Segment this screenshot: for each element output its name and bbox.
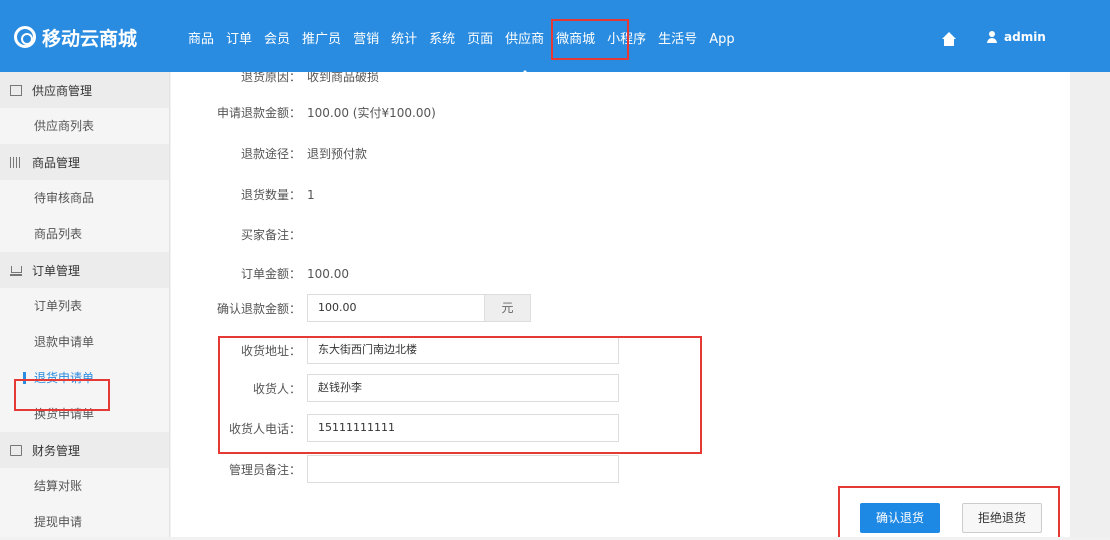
sidebar-item-exchange-requests[interactable]: 换货申请单 [0,396,169,432]
confirm-amount-group: 100.00 元 [307,294,531,322]
sidebar-group-label: 商品管理 [32,155,81,170]
confirm-amount-row: 确认退款金额： 100.00 元 [171,294,791,322]
brand-name: 移动云商城 [42,27,138,50]
return-qty-label: 退货数量： [240,188,301,202]
sidebar-group-supplier[interactable]: 供应商管理 [0,72,169,108]
return-qty-row: 退货数量： 1 [171,186,791,203]
return-reason-value: 收到商品破损 [307,72,380,84]
money-icon [10,444,22,456]
return-reason-label: 退货原因： [240,72,301,84]
refund-route-value: 退到预付款 [307,147,368,161]
main-nav: 商品 订单 会员 推广员 营销 统计 系统 页面 供应商 微商城 小程序 生活号… [182,30,741,77]
buyer-note-label: 买家备注： [240,228,301,242]
sidebar: 供应商管理 供应商列表 商品管理 待审核商品 商品列表 订单管理 订单列表 退款… [0,72,170,537]
username: admin [1004,30,1046,44]
sidebar-group-label: 订单管理 [32,263,81,278]
receiver-input[interactable]: 赵钱孙李 [307,374,619,402]
sidebar-group-finance[interactable]: 财务管理 [0,432,169,468]
phone-row: 收货人电话： 15111111111 [171,414,791,442]
sidebar-item-pending-goods[interactable]: 待审核商品 [0,180,169,216]
nav-item-pages[interactable]: 页面 [461,30,499,50]
admin-note-row: 管理员备注： [171,455,791,483]
phone-label: 收货人电话： [228,421,301,436]
sidebar-item-settlement[interactable]: 结算对账 [0,468,169,504]
home-icon[interactable] [942,32,956,47]
nav-item-goods[interactable]: 商品 [182,30,220,50]
address-row: 收货地址： 东大街西门南边北楼 [171,336,791,364]
cart-icon [10,265,22,276]
brand-logo[interactable]: 移动云商城 [14,22,137,52]
confirm-amount-label: 确认退款金额： [216,301,301,316]
return-reason-row: 退货原因： 收到商品破损 [171,72,791,85]
nav-item-system[interactable]: 系统 [423,30,461,50]
scrollbar[interactable] [1070,72,1110,537]
admin-note-input[interactable] [307,455,619,483]
sidebar-group-label: 财务管理 [32,443,81,458]
refund-route-label: 退款途径： [240,147,301,161]
return-qty-value: 1 [307,187,315,202]
sidebar-group-orders[interactable]: 订单管理 [0,252,169,288]
buyer-note-row: 买家备注： [171,226,791,243]
refund-amount-row: 申请退款金额： 100.00 (实付¥100.00) [171,104,791,121]
order-amount-label: 订单金额： [240,267,301,281]
address-label: 收货地址： [240,343,301,358]
admin-note-label: 管理员备注： [228,462,301,477]
order-amount-value: 100.00 [307,266,349,281]
nav-item-promoters[interactable]: 推广员 [296,30,347,50]
refund-amount-value: 100.00 (实付¥100.00) [307,106,436,120]
sidebar-item-refund-requests[interactable]: 退款申请单 [0,324,169,360]
logo-icon [14,26,36,48]
confirm-amount-input[interactable]: 100.00 [307,294,485,322]
nav-item-marketing[interactable]: 营销 [347,30,385,50]
nav-item-life-account[interactable]: 生活号 [652,30,703,50]
confirm-return-button[interactable]: 确认退货 [860,503,940,533]
phone-input[interactable]: 15111111111 [307,414,619,442]
nav-item-orders[interactable]: 订单 [220,30,258,50]
sidebar-item-withdrawal[interactable]: 提现申请 [0,504,169,540]
order-amount-row: 订单金额： 100.00 [171,265,791,282]
sidebar-item-return-requests[interactable]: 退货申请单 [0,360,169,396]
receiver-row: 收货人： 赵钱孙李 [171,374,791,402]
sidebar-group-label: 供应商管理 [32,83,93,98]
nav-item-mini-program[interactable]: 小程序 [601,30,652,50]
nav-item-members[interactable]: 会员 [258,30,296,50]
store-icon [10,84,22,96]
receiver-label: 收货人： [252,381,301,396]
reject-return-button[interactable]: 拒绝退货 [962,503,1042,533]
refund-amount-label: 申请退款金额： [216,106,301,120]
refund-route-row: 退款途径： 退到预付款 [171,145,791,162]
nav-item-app[interactable]: App [703,30,740,50]
user-icon [986,31,998,43]
user-menu[interactable]: admin [986,30,1046,44]
top-navbar: 移动云商城 商品 订单 会员 推广员 营销 统计 系统 页面 供应商 微商城 小… [0,0,1110,77]
nav-item-stats[interactable]: 统计 [385,30,423,50]
barcode-icon [10,156,22,168]
sidebar-item-supplier-list[interactable]: 供应商列表 [0,108,169,144]
main-content: 退货原因： 收到商品破损 申请退款金额： 100.00 (实付¥100.00) … [171,72,1070,537]
address-input[interactable]: 东大街西门南边北楼 [307,336,619,364]
nav-item-supplier[interactable]: 供应商 [499,30,550,77]
sidebar-item-order-list[interactable]: 订单列表 [0,288,169,324]
nav-item-micro-mall[interactable]: 微商城 [550,30,601,50]
sidebar-group-goods[interactable]: 商品管理 [0,144,169,180]
sidebar-item-goods-list[interactable]: 商品列表 [0,216,169,252]
currency-unit: 元 [485,294,531,322]
